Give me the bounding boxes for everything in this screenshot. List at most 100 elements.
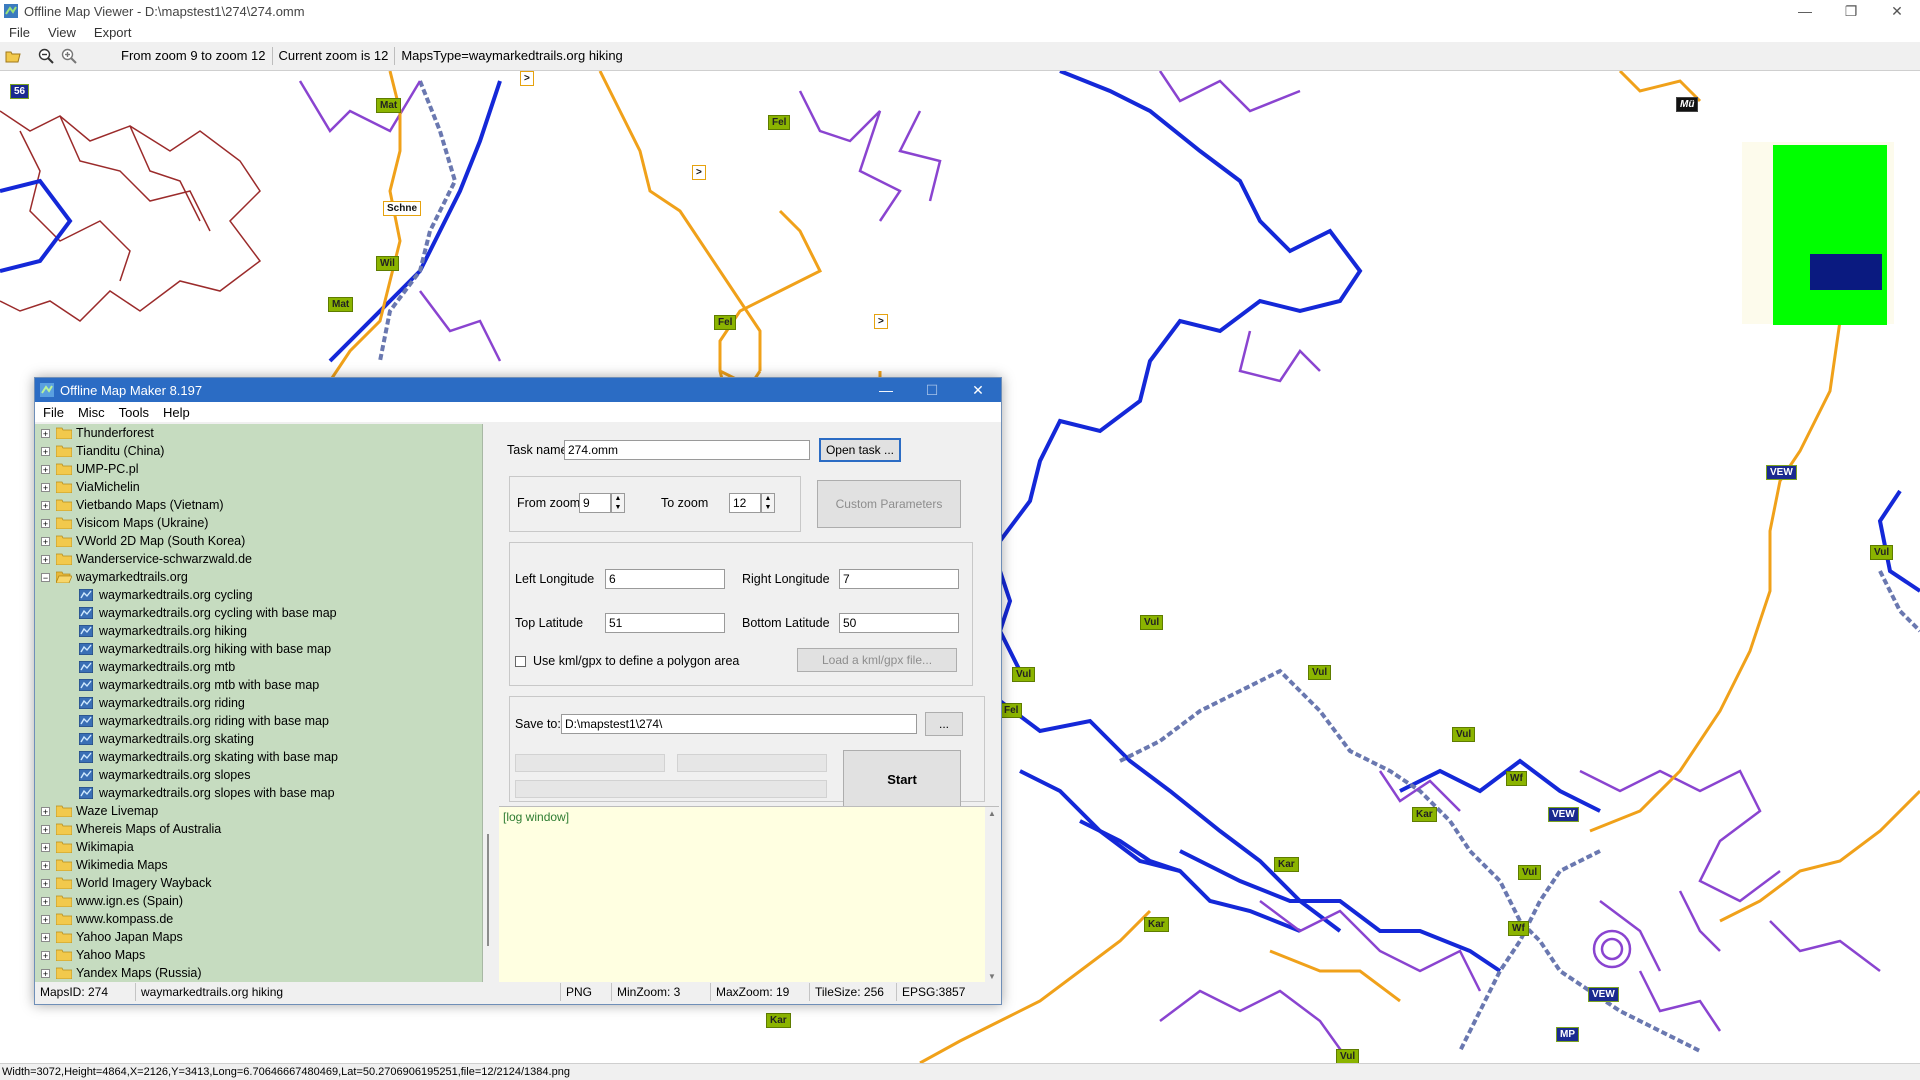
expand-plus-icon[interactable]: + [41,914,50,924]
start-button[interactable]: Start [843,750,961,808]
tree-item[interactable]: + Waze Livemap [35,802,482,820]
expand-plus-icon[interactable]: + [41,554,50,564]
expand-plus-icon[interactable]: + [41,896,50,906]
expand-plus-icon[interactable]: + [41,824,50,834]
bottom-latitude-input[interactable]: 50 [839,613,959,633]
collapse-minus-icon[interactable]: − [41,572,50,582]
tree-child-item[interactable]: waymarkedtrails.org hiking [35,622,482,640]
load-kml-button[interactable]: Load a kml/gpx file... [797,648,957,672]
save-to-input[interactable]: D:\mapstest1\274\ [561,714,917,734]
expand-plus-icon[interactable]: + [41,518,50,528]
tree-scrollbar[interactable] [483,424,493,982]
to-zoom-input[interactable]: 12 [729,493,761,513]
expand-plus-icon[interactable]: + [41,806,50,816]
menu-export[interactable]: Export [85,25,141,40]
tree-item[interactable]: + Yandex Maps (Russia) [35,964,482,982]
tree-item[interactable]: + UMP-PC.pl [35,460,482,478]
dialog-menu-file[interactable]: File [35,405,70,420]
expand-plus-icon[interactable]: + [41,932,50,942]
tree-child-item[interactable]: waymarkedtrails.org slopes [35,766,482,784]
expand-plus-icon[interactable]: + [41,968,50,978]
task-name-input[interactable]: 274.omm [564,440,810,460]
left-longitude-input[interactable]: 6 [605,569,725,589]
custom-parameters-button[interactable]: Custom Parameters [817,480,961,528]
dialog-menu-help[interactable]: Help [155,405,196,420]
minimap-overview[interactable] [1742,142,1894,325]
dialog-menu-misc[interactable]: Misc [70,405,111,420]
scroll-down-icon[interactable]: ▼ [985,972,999,981]
folder-icon [56,805,72,817]
open-folder-icon[interactable] [3,46,23,66]
expand-plus-icon[interactable]: + [41,446,50,456]
tree-child-item[interactable]: waymarkedtrails.org mtb with base map [35,676,482,694]
tree-item[interactable]: + Wikimedia Maps [35,856,482,874]
expand-plus-icon[interactable]: + [41,500,50,510]
tree-child-item[interactable]: waymarkedtrails.org skating with base ma… [35,748,482,766]
close-icon[interactable]: ✕ [1874,0,1920,22]
tree-item[interactable]: + VWorld 2D Map (South Korea) [35,532,482,550]
expand-plus-icon[interactable]: + [41,842,50,852]
to-zoom-spinner[interactable]: ▲ ▼ [761,493,775,513]
tree-item-label: waymarkedtrails.org slopes with base map [99,786,335,800]
tree-item[interactable]: + Visicom Maps (Ukraine) [35,514,482,532]
status-epsg: EPSG:3857 [902,985,966,999]
tree-child-item[interactable]: waymarkedtrails.org slopes with base map [35,784,482,802]
dialog-title: Offline Map Maker 8.197 [60,382,203,398]
restore-icon[interactable]: ❐ [1828,0,1874,22]
right-longitude-input[interactable]: 7 [839,569,959,589]
tree-item[interactable]: + Tianditu (China) [35,442,482,460]
tree-item[interactable]: + Thunderforest [35,424,482,442]
menu-view[interactable]: View [39,25,85,40]
tree-item[interactable]: + Whereis Maps of Australia [35,820,482,838]
tree-item[interactable]: + www.kompass.de [35,910,482,928]
tree-item[interactable]: + Wanderservice-schwarzwald.de [35,550,482,568]
log-window[interactable]: [log window] ▲ ▼ [499,806,999,983]
zoom-in-icon[interactable] [59,46,79,66]
tree-child-item[interactable]: waymarkedtrails.org mtb [35,658,482,676]
zoom-out-icon[interactable] [36,46,56,66]
tree-item-label: Yandex Maps (Russia) [76,966,202,980]
menu-file[interactable]: File [0,25,39,40]
tree-item-expanded[interactable]: − waymarkedtrails.org [35,568,482,586]
map-label: Kar [1144,917,1169,932]
map-source-tree[interactable]: + Thunderforest + Tianditu (China) + UMP-PC.p… [35,424,483,982]
maximize-icon[interactable]: ☐ [909,378,955,402]
dialog-menu-tools[interactable]: Tools [111,405,155,420]
log-scrollbar[interactable]: ▲ ▼ [985,807,999,983]
scroll-up-icon[interactable]: ▲ [985,807,999,818]
scrollbar-thumb[interactable] [487,834,489,946]
tree-child-item[interactable]: waymarkedtrails.org cycling [35,586,482,604]
minimap-viewport[interactable] [1810,254,1882,290]
tree-child-item[interactable]: waymarkedtrails.org riding [35,694,482,712]
expand-plus-icon[interactable]: + [41,878,50,888]
tree-child-item[interactable]: waymarkedtrails.org hiking with base map [35,640,482,658]
from-zoom-input[interactable]: 9 [579,493,611,513]
close-icon[interactable]: ✕ [955,378,1001,402]
expand-plus-icon[interactable]: + [41,860,50,870]
minimize-icon[interactable]: — [863,378,909,402]
minimize-icon[interactable]: — [1782,0,1828,22]
tree-item[interactable]: + Yahoo Japan Maps [35,928,482,946]
kml-checkbox[interactable] [515,656,526,667]
tree-child-item[interactable]: waymarkedtrails.org skating [35,730,482,748]
tree-item[interactable]: + Wikimapia [35,838,482,856]
expand-plus-icon[interactable]: + [41,482,50,492]
tree-item[interactable]: + Yahoo Maps [35,946,482,964]
expand-plus-icon[interactable]: + [41,536,50,546]
map-label: Vul [1870,545,1894,560]
open-task-button[interactable]: Open task ... [819,438,901,462]
tree-item[interactable]: + Vietbando Maps (Vietnam) [35,496,482,514]
from-zoom-spinner[interactable]: ▲ ▼ [611,493,625,513]
expand-plus-icon[interactable]: + [41,950,50,960]
expand-plus-icon[interactable]: + [41,428,50,438]
tree-item[interactable]: + ViaMichelin [35,478,482,496]
top-latitude-input[interactable]: 51 [605,613,725,633]
tree-item-label: Visicom Maps (Ukraine) [76,516,209,530]
bottom-latitude-label: Bottom Latitude [742,616,830,630]
tree-item[interactable]: + World Imagery Wayback [35,874,482,892]
browse-button[interactable]: ... [925,712,963,736]
tree-child-item[interactable]: waymarkedtrails.org cycling with base ma… [35,604,482,622]
tree-item[interactable]: + www.ign.es (Spain) [35,892,482,910]
expand-plus-icon[interactable]: + [41,464,50,474]
tree-child-item[interactable]: waymarkedtrails.org riding with base map [35,712,482,730]
